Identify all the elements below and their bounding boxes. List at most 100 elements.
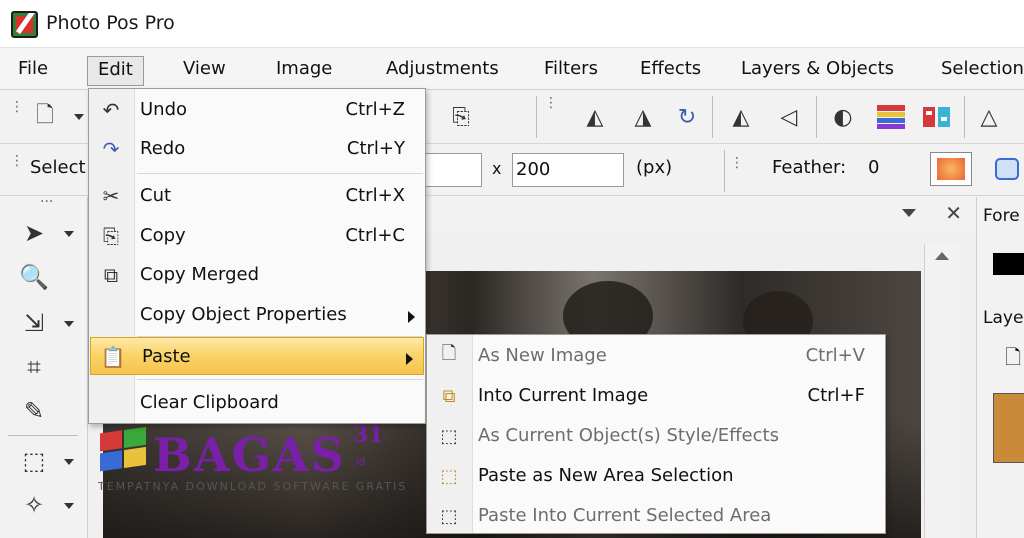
new-file-dropdown-arrow[interactable]	[74, 114, 84, 120]
skew-icon[interactable]: ◁	[772, 100, 806, 134]
toolbar-grip[interactable]: ⋮	[10, 100, 24, 114]
menu-item-shortcut: Ctrl+Y	[346, 138, 405, 159]
mirror-icon[interactable]: ◭	[724, 100, 758, 134]
foreground-color-swatch[interactable]	[993, 253, 1024, 275]
menu-view[interactable]: View	[173, 56, 236, 86]
magic-wand-tool-icon[interactable]: ✧	[14, 487, 54, 523]
submenu-item-label: Paste as New Area Selection	[478, 465, 734, 486]
menu-item-redo[interactable]: ↷ Redo Ctrl+Y	[89, 130, 425, 168]
fill-mode-button[interactable]	[930, 152, 972, 186]
shape-mode-button[interactable]	[990, 152, 1024, 186]
redo-icon: ↷	[102, 137, 120, 161]
menu-item-label: Copy Object Properties	[140, 304, 347, 325]
magic-wand-arrow[interactable]	[64, 503, 74, 509]
paste-toolbar-icon[interactable]: ⎘	[444, 100, 478, 134]
submenu-item-into-current-image[interactable]: ⧉ Into Current Image Ctrl+F	[427, 377, 885, 415]
menu-selection[interactable]: Selection	[931, 56, 1024, 86]
menu-effects[interactable]: Effects	[630, 56, 711, 86]
contrast-icon[interactable]: ◐	[826, 100, 860, 134]
toolbar-separator	[964, 96, 965, 138]
submenu-item-label: Paste Into Current Selected Area	[478, 505, 772, 526]
zoom-tool-icon[interactable]: 🔍	[14, 259, 54, 295]
menu-item-label: Undo	[140, 99, 188, 120]
menu-item-copy-object-properties[interactable]: Copy Object Properties	[89, 296, 425, 334]
watermark-domain: .id	[352, 455, 366, 468]
toolbar-separator	[712, 96, 713, 138]
new-layer-icon[interactable]: 🗋	[1005, 343, 1021, 377]
flip-vertical-icon[interactable]: ◮	[626, 100, 660, 134]
menu-item-copy-merged[interactable]: ⧉ Copy Merged	[89, 256, 425, 294]
menu-layers-objects[interactable]: Layers & Objects	[731, 56, 904, 86]
submenu-item-label: As New Image	[478, 345, 607, 366]
paste-icon: 📋	[100, 345, 126, 369]
pointer-tool-icon[interactable]: ➤	[14, 215, 54, 251]
move-tool-icon[interactable]: ⇲	[14, 305, 54, 341]
menu-item-clear-clipboard[interactable]: Clear Clipboard	[89, 384, 425, 422]
layer-thumbnail[interactable]	[993, 393, 1024, 463]
color-balance-icon[interactable]	[874, 100, 908, 134]
foreground-label: Fore	[983, 206, 1020, 226]
dimension-x-label: x	[492, 159, 502, 178]
submenu-item-label: As Current Object(s) Style/Effects	[478, 425, 779, 446]
select-tool-label: Select	[30, 157, 86, 178]
pen-tool-icon[interactable]: ✎	[14, 393, 54, 429]
options-separator	[724, 150, 725, 192]
window-title: Photo Pos Pro	[46, 12, 175, 34]
menu-bar: File Edit View Image Adjustments Filters…	[0, 48, 1024, 90]
layers-label: Laye	[983, 308, 1024, 328]
options-overflow-grip[interactable]: ⋮	[730, 156, 744, 170]
copy-merged-icon: ⧉	[103, 263, 119, 287]
submenu-item-as-object-style[interactable]: ⬚ As Current Object(s) Style/Effects	[427, 417, 885, 455]
rect-select-arrow[interactable]	[64, 459, 74, 465]
submenu-item-shortcut: Ctrl+F	[807, 385, 865, 406]
flip-horizontal-icon[interactable]: ◭	[578, 100, 612, 134]
menu-edit[interactable]: Edit	[87, 56, 144, 86]
submenu-item-shortcut: Ctrl+V	[805, 345, 865, 366]
menu-item-label: Paste	[142, 346, 191, 367]
rect-select-tool-icon[interactable]: ⬚	[14, 443, 54, 479]
watermark: BAGAS 31 .id TEMPATNYA DOWNLOAD SOFTWARE…	[98, 422, 428, 502]
menu-filters[interactable]: Filters	[534, 56, 608, 86]
doc-menu-chevron-icon[interactable]	[902, 209, 916, 217]
title-bar: Photo Pos Pro	[0, 0, 1024, 48]
sharpen-icon[interactable]: △	[972, 100, 1006, 134]
menu-adjustments[interactable]: Adjustments	[376, 56, 509, 86]
close-document-icon[interactable]: ✕	[945, 201, 962, 225]
color-bars-icon	[877, 105, 905, 129]
unit-label: (px)	[636, 157, 673, 178]
paste-submenu: 🗋 As New Image Ctrl+V ⧉ Into Current Ima…	[426, 334, 886, 534]
watermark-logo	[100, 426, 148, 476]
selected-area-paste-icon: ⬚	[440, 505, 458, 527]
tools-grip[interactable]: ···	[40, 195, 53, 209]
move-tool-arrow[interactable]	[64, 321, 74, 327]
submenu-item-new-area-selection[interactable]: ⬚ Paste as New Area Selection	[427, 457, 885, 495]
channels-icon[interactable]	[920, 100, 954, 134]
menu-image[interactable]: Image	[266, 56, 342, 86]
menu-separator	[137, 379, 423, 380]
undo-icon: ↶	[102, 98, 120, 122]
menu-item-cut[interactable]: ✂ Cut Ctrl+X	[89, 177, 425, 215]
vertical-scrollbar[interactable]	[924, 244, 960, 538]
rotate-icon[interactable]: ↻	[670, 100, 704, 134]
submenu-item-label: Into Current Image	[478, 385, 649, 406]
toolbar-overflow-grip[interactable]: ⋮	[544, 96, 558, 110]
feather-value[interactable]: 0	[868, 157, 879, 178]
menu-file[interactable]: File	[8, 56, 58, 86]
crop-tool-icon[interactable]: ⌗	[14, 349, 54, 385]
menu-item-undo[interactable]: ↶ Undo Ctrl+Z	[89, 91, 425, 129]
submenu-item-into-selected-area[interactable]: ⬚ Paste Into Current Selected Area	[427, 497, 885, 535]
menu-item-copy[interactable]: ⎘ Copy Ctrl+C	[89, 217, 425, 255]
submenu-arrow-icon	[408, 311, 415, 323]
options-grip[interactable]: ⋮	[10, 154, 24, 168]
scroll-up-icon[interactable]	[935, 252, 949, 260]
new-file-icon[interactable]: 🗋	[28, 100, 62, 134]
width-field[interactable]	[420, 153, 482, 187]
right-panel: Fore Laye 🗋	[976, 197, 1024, 538]
scissors-icon: ✂	[102, 184, 120, 208]
rounded-rect-icon	[995, 158, 1019, 180]
menu-item-paste[interactable]: 📋 Paste	[90, 337, 424, 375]
pointer-tool-arrow[interactable]	[64, 231, 74, 237]
submenu-item-as-new-image[interactable]: 🗋 As New Image Ctrl+V	[427, 337, 885, 375]
height-field[interactable]: 200	[512, 153, 624, 187]
copy-icon: ⎘	[103, 224, 119, 248]
